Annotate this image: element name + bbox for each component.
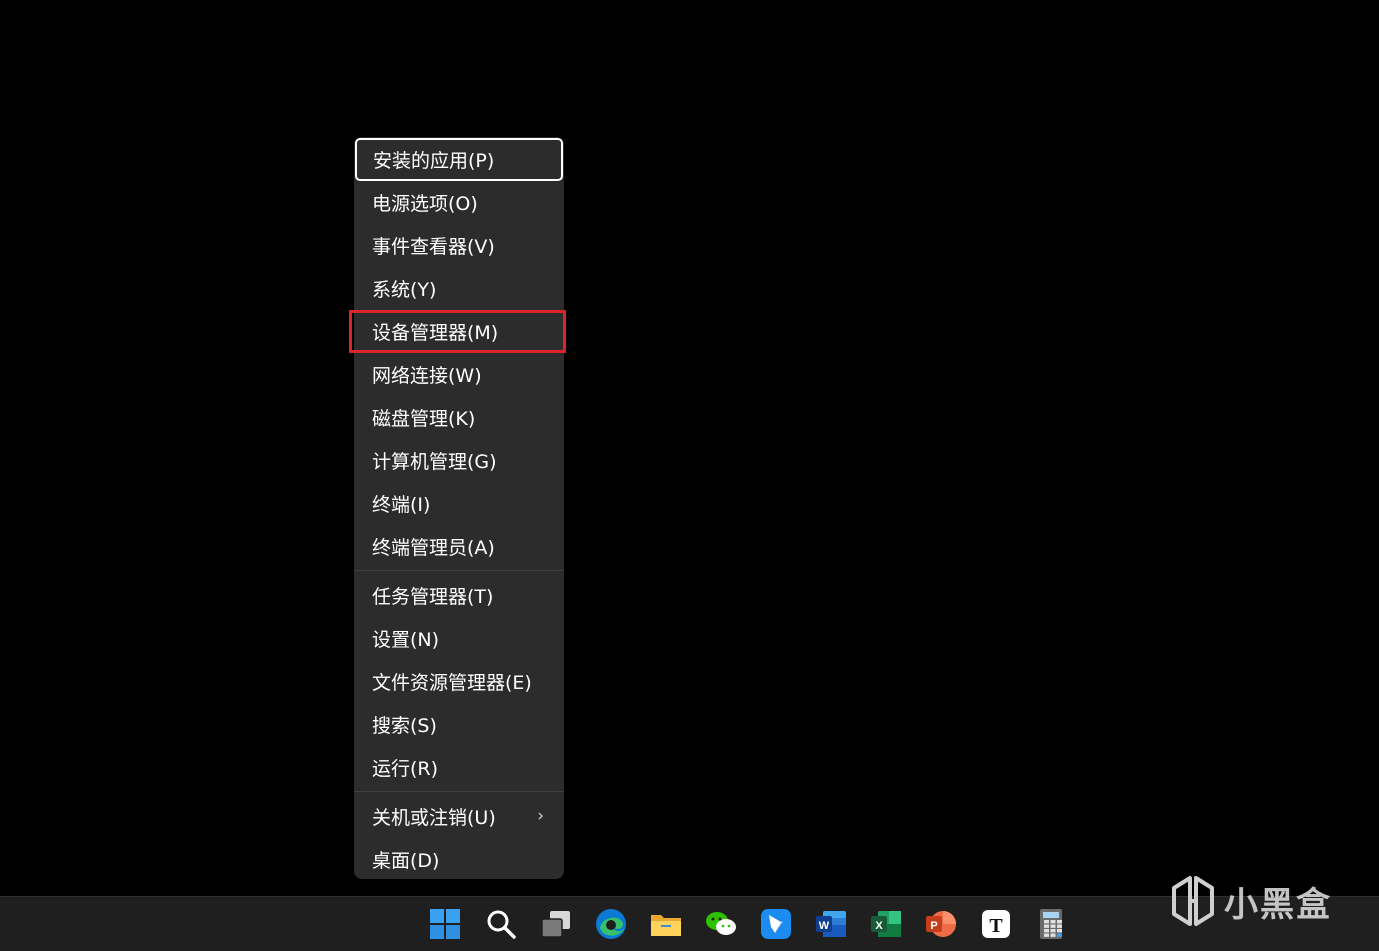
menu-item[interactable]: 网络连接(W) bbox=[354, 353, 564, 396]
menu-item[interactable]: 电源选项(O) bbox=[354, 181, 564, 224]
task-view-icon[interactable] bbox=[539, 907, 573, 941]
menu-item-label: 设置(N) bbox=[372, 629, 440, 651]
menu-item[interactable]: 终端(I) bbox=[354, 482, 564, 525]
menu-item-label: 任务管理器(T) bbox=[372, 586, 494, 608]
calculator-icon[interactable] bbox=[1034, 907, 1068, 941]
search-icon[interactable] bbox=[484, 907, 518, 941]
winx-context-menu: 安装的应用(P) 电源选项(O) 事件查看器(V) 系统(Y) 设备管理器(M) 网络连接… bbox=[349, 137, 566, 881]
menu-separator bbox=[354, 791, 564, 792]
file-explorer-icon[interactable] bbox=[649, 907, 683, 941]
menu-item[interactable]: 设置(N) bbox=[354, 617, 564, 660]
menu-item-label: 关机或注销(U) bbox=[372, 807, 496, 829]
menu-item-label: 终端管理员(A) bbox=[372, 537, 495, 559]
menu-item[interactable]: 任务管理器(T) bbox=[354, 574, 564, 617]
watermark: 小黑盒 bbox=[1170, 873, 1360, 929]
menu-item[interactable]: 终端管理员(A) bbox=[354, 525, 564, 568]
svg-text:T: T bbox=[989, 915, 1003, 937]
watermark-text: 小黑盒 bbox=[1224, 884, 1332, 925]
menu-item-label: 终端(I) bbox=[372, 494, 431, 516]
feishu-icon[interactable] bbox=[759, 907, 793, 941]
menu-item-label: 事件查看器(V) bbox=[372, 236, 495, 258]
word-icon[interactable]: W bbox=[814, 907, 848, 941]
menu-item[interactable]: 搜索(S) bbox=[354, 703, 564, 746]
menu-item[interactable]: 计算机管理(G) bbox=[354, 439, 564, 482]
menu-item[interactable]: 关机或注销(U) › bbox=[354, 795, 564, 838]
menu-item[interactable]: 桌面(D) bbox=[354, 838, 564, 881]
desktop-screen: 安装的应用(P) 电源选项(O) 事件查看器(V) 系统(Y) 设备管理器(M) 网络连接… bbox=[0, 0, 1379, 951]
menu-item[interactable]: 系统(Y) bbox=[354, 267, 564, 310]
edge-browser-icon[interactable] bbox=[594, 907, 628, 941]
menu-item[interactable]: 事件查看器(V) bbox=[354, 224, 564, 267]
powerpoint-icon[interactable]: P bbox=[924, 907, 958, 941]
menu-item-label: 计算机管理(G) bbox=[372, 451, 497, 473]
wechat-icon[interactable] bbox=[704, 907, 738, 941]
svg-text:X: X bbox=[875, 920, 883, 932]
menu-item[interactable]: 设备管理器(M) bbox=[349, 310, 566, 353]
menu-item-label: 桌面(D) bbox=[372, 850, 440, 872]
menu-item[interactable]: 磁盘管理(K) bbox=[354, 396, 564, 439]
menu-item-label: 安装的应用(P) bbox=[373, 150, 495, 172]
chevron-right-icon: › bbox=[537, 805, 544, 826]
menu-item-label: 设备管理器(M) bbox=[372, 322, 499, 344]
svg-text:W: W bbox=[819, 920, 830, 932]
menu-item-label: 网络连接(W) bbox=[372, 365, 482, 387]
menu-item[interactable]: 文件资源管理器(E) bbox=[354, 660, 564, 703]
windows-start-icon[interactable] bbox=[428, 907, 462, 941]
svg-text:P: P bbox=[930, 920, 937, 932]
menu-item-label: 电源选项(O) bbox=[372, 193, 478, 215]
menu-item[interactable]: 运行(R) bbox=[354, 746, 564, 789]
xiaoheihe-logo-icon bbox=[1172, 876, 1214, 926]
menu-item[interactable]: 安装的应用(P) bbox=[355, 138, 563, 181]
excel-icon[interactable]: X bbox=[869, 907, 903, 941]
menu-item-label: 运行(R) bbox=[372, 758, 439, 780]
menu-item-label: 磁盘管理(K) bbox=[372, 408, 476, 430]
menu-item-label: 文件资源管理器(E) bbox=[372, 672, 532, 694]
menu-separator bbox=[354, 570, 564, 571]
typora-icon[interactable]: T bbox=[979, 907, 1013, 941]
menu-item-label: 搜索(S) bbox=[372, 715, 437, 737]
menu-item-label: 系统(Y) bbox=[372, 279, 437, 301]
